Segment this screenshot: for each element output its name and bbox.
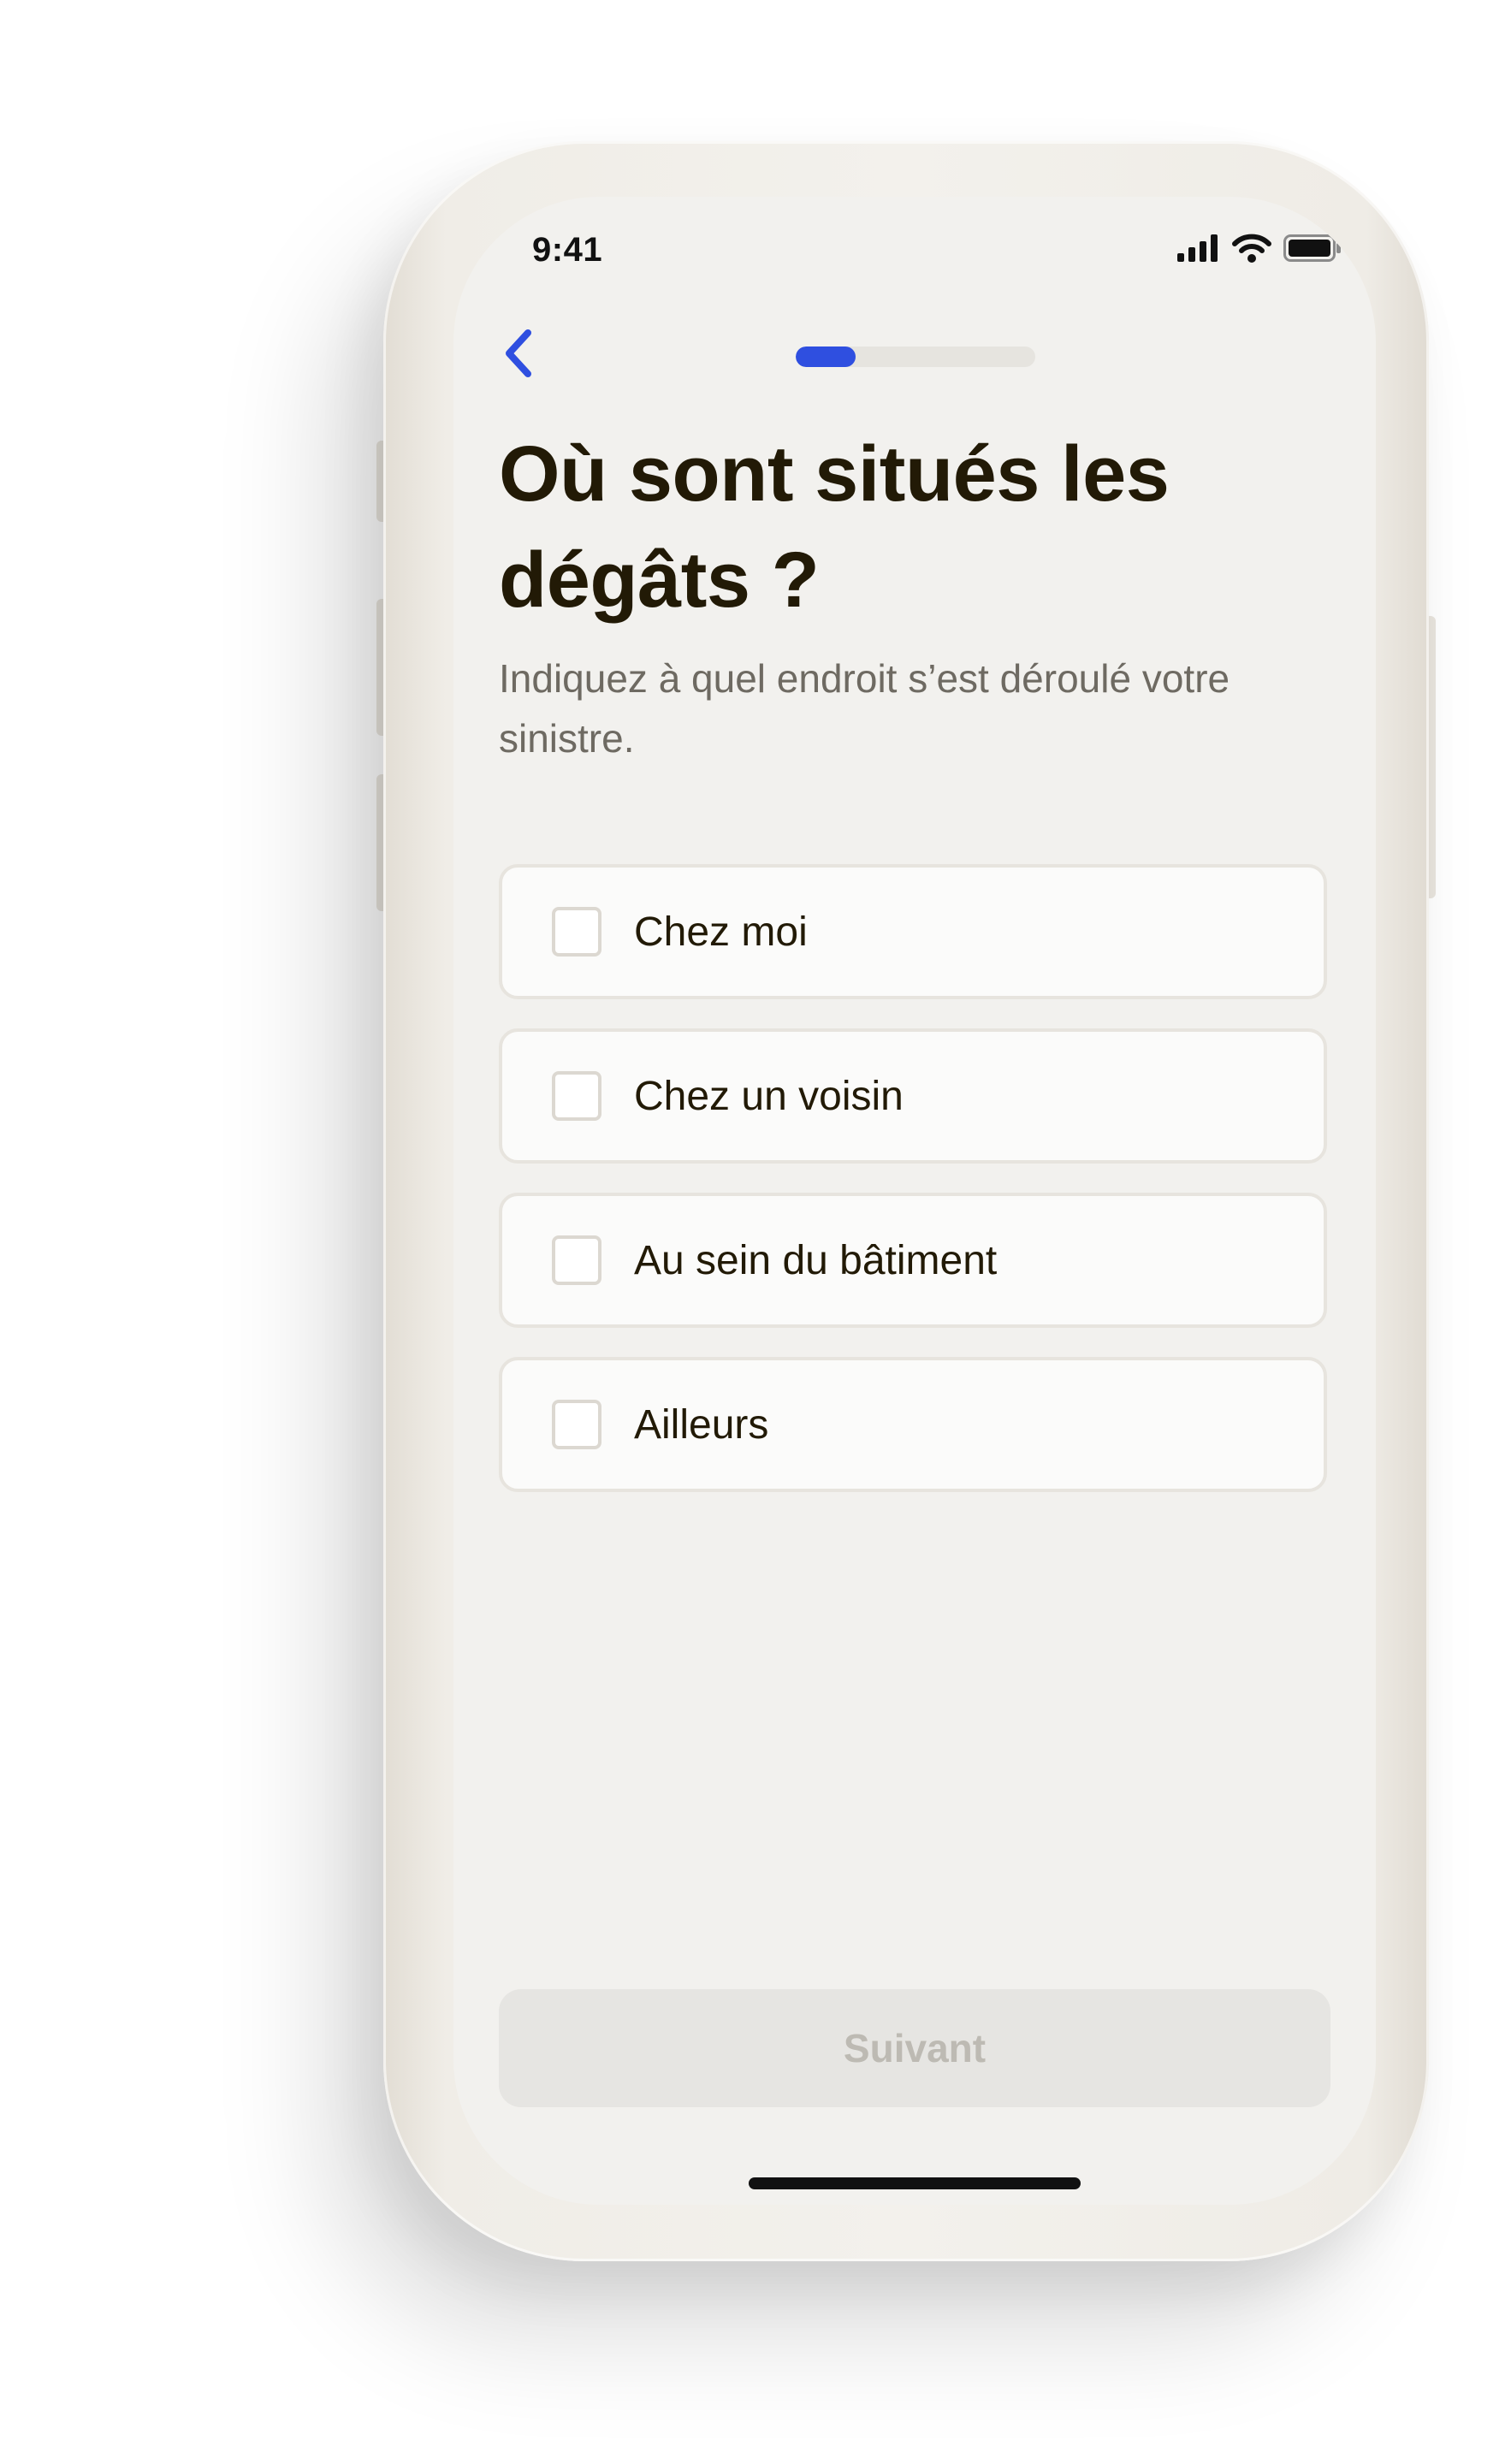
wifi-icon [1232, 234, 1271, 267]
option-label: Au sein du bâtiment [634, 1237, 998, 1283]
battery-icon [1283, 234, 1342, 266]
status-icons [1177, 234, 1342, 267]
option-ailleurs[interactable]: Ailleurs [499, 1357, 1327, 1492]
option-chez-moi[interactable]: Chez moi [499, 864, 1327, 999]
mockup-stage: 9:41 Où sont situés les dégâts ? Indique… [0, 0, 1511, 2464]
phone-screen: 9:41 Où sont situés les dégâts ? Indique… [453, 197, 1376, 2205]
page-title: Où sont situés les dégâts ? [499, 430, 1170, 624]
back-button[interactable] [495, 325, 542, 385]
cellular-signal-icon [1177, 234, 1220, 266]
option-checkbox[interactable] [552, 1071, 601, 1121]
progress-bar [796, 346, 1035, 367]
option-checkbox[interactable] [552, 1400, 601, 1449]
option-chez-un-voisin[interactable]: Chez un voisin [499, 1028, 1327, 1164]
option-checkbox[interactable] [552, 1235, 601, 1285]
option-label: Chez un voisin [634, 1073, 904, 1119]
progress-bar-fill [796, 346, 856, 367]
home-indicator [749, 2177, 1081, 2189]
next-button[interactable]: Suivant [499, 1989, 1330, 2107]
option-label: Ailleurs [634, 1401, 769, 1448]
page-subtitle: Indiquez à quel endroit s’est déroulé vo… [499, 656, 1230, 761]
option-label: Chez moi [634, 909, 808, 955]
option-list: Chez moi Chez un voisin Au sein du bâtim… [499, 864, 1327, 1521]
option-au-sein-du-batiment[interactable]: Au sein du bâtiment [499, 1193, 1327, 1328]
option-checkbox[interactable] [552, 907, 601, 957]
status-time: 9:41 [532, 231, 603, 269]
chevron-left-icon [504, 329, 533, 382]
